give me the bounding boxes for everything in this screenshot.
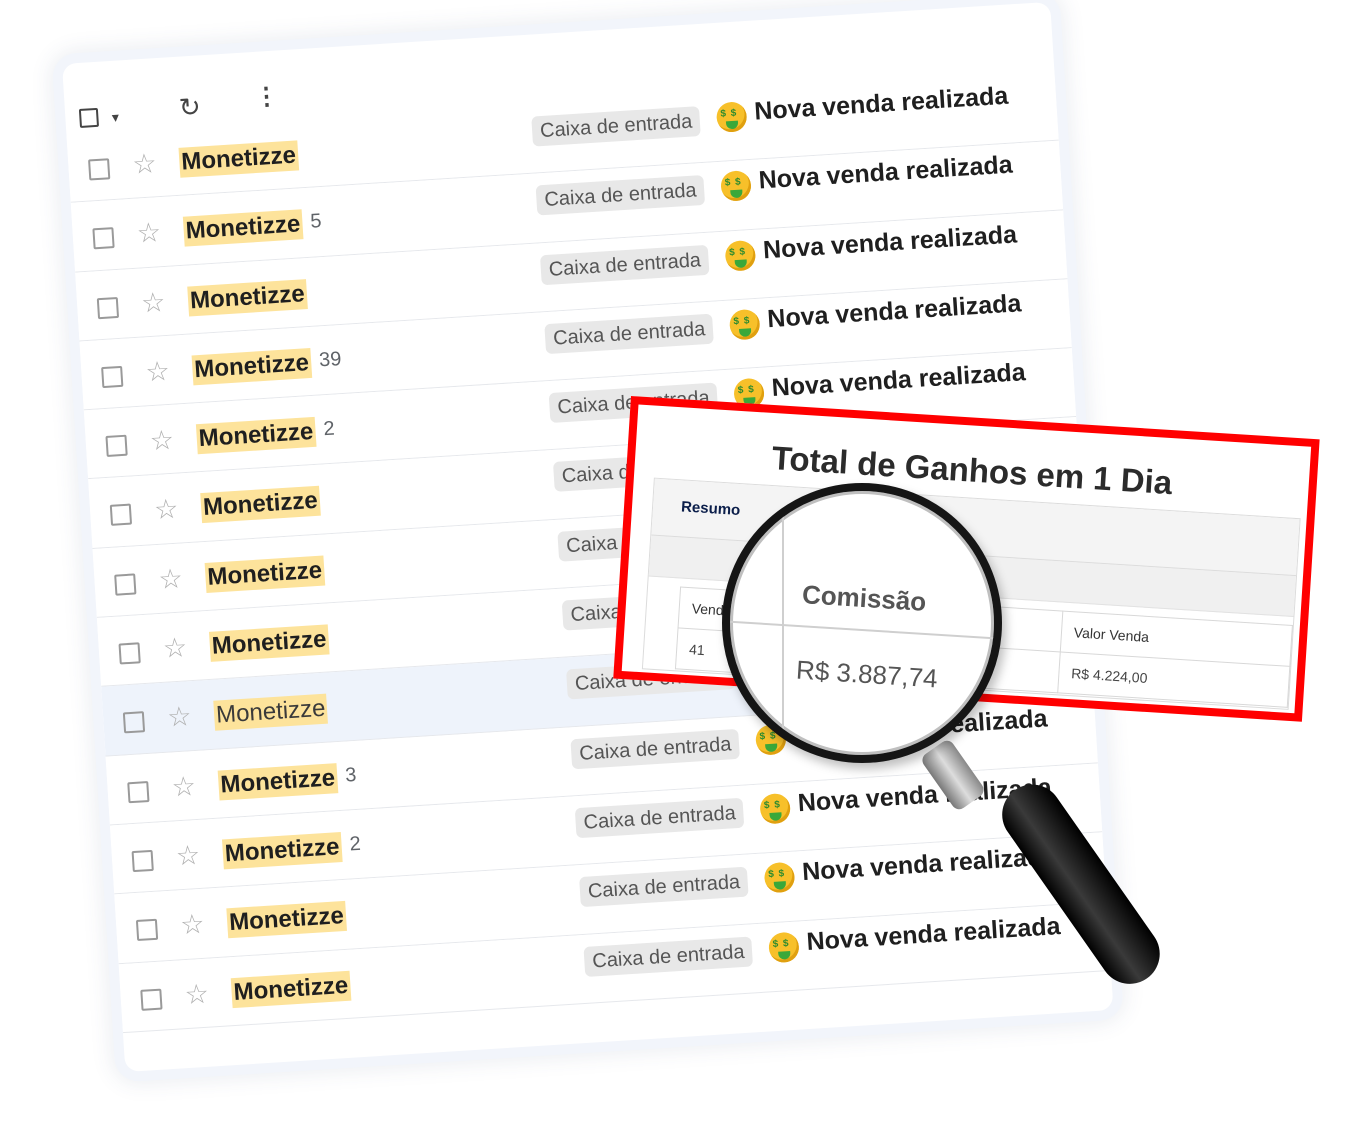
star-icon[interactable]: ☆ bbox=[171, 771, 197, 802]
subject-text: Nova venda realizada bbox=[805, 911, 1062, 956]
sender-name: Monetizze bbox=[217, 762, 338, 801]
row-checkbox[interactable] bbox=[114, 573, 137, 596]
star-icon[interactable]: ☆ bbox=[136, 217, 162, 248]
thread-count: 39 bbox=[318, 347, 343, 372]
row-checkbox[interactable] bbox=[122, 711, 146, 734]
money-mouth-icon bbox=[759, 792, 792, 825]
sender-name: Monetizze bbox=[213, 694, 329, 732]
more-vert-icon[interactable]: ⋮ bbox=[254, 82, 280, 110]
inbox-label[interactable]: Caixa de entrada bbox=[544, 313, 715, 355]
money-mouth-icon bbox=[720, 170, 752, 203]
star-icon[interactable]: ☆ bbox=[162, 632, 188, 663]
subject-text: Nova venda realizada bbox=[762, 220, 1018, 264]
row-checkbox[interactable] bbox=[109, 504, 133, 527]
row-checkbox[interactable] bbox=[127, 780, 150, 803]
row-checkbox[interactable] bbox=[105, 434, 128, 458]
sender-name: Monetizze bbox=[178, 140, 299, 178]
inbox-label[interactable]: Caixa de entrada bbox=[570, 728, 741, 770]
row-checkbox[interactable] bbox=[88, 158, 111, 181]
lens-header-comissao: Comissão bbox=[801, 579, 928, 617]
inbox-label[interactable]: Caixa de entrada bbox=[574, 797, 745, 839]
caret-down-icon[interactable]: ▼ bbox=[109, 110, 122, 125]
row-checkbox[interactable] bbox=[135, 918, 159, 942]
money-mouth-icon bbox=[715, 101, 748, 133]
star-icon[interactable]: ☆ bbox=[158, 563, 184, 594]
star-icon[interactable]: ☆ bbox=[166, 702, 192, 733]
select-all-checkbox[interactable] bbox=[78, 107, 100, 128]
magnifier-lens: Comissão R$ 3.887,74 bbox=[722, 483, 1002, 763]
lens-value-comissao: R$ 3.887,74 bbox=[795, 654, 939, 694]
inbox-label[interactable]: Caixa de entrada bbox=[579, 866, 749, 908]
star-icon[interactable]: ☆ bbox=[149, 425, 175, 456]
thread-count: 3 bbox=[344, 763, 358, 787]
sender-name: Monetizze bbox=[195, 417, 317, 455]
star-icon[interactable]: ☆ bbox=[140, 287, 166, 318]
subject-text: Nova venda realizada bbox=[766, 289, 1023, 334]
sender-name: Monetizze bbox=[187, 278, 308, 317]
sender-name: Monetizze bbox=[200, 486, 321, 524]
star-icon[interactable]: ☆ bbox=[132, 148, 158, 179]
sender-name: Monetizze bbox=[226, 901, 347, 939]
sender-name: Monetizze bbox=[208, 624, 330, 662]
row-checkbox[interactable] bbox=[140, 988, 163, 1011]
thread-count: 5 bbox=[309, 210, 323, 233]
row-checkbox[interactable] bbox=[118, 642, 141, 665]
row-checkbox[interactable] bbox=[96, 296, 120, 319]
inbox-label[interactable]: Caixa de entrada bbox=[535, 175, 706, 216]
thread-count: 2 bbox=[322, 417, 336, 441]
sender-name: Monetizze bbox=[222, 832, 343, 870]
money-mouth-icon bbox=[767, 931, 800, 963]
money-mouth-icon bbox=[724, 239, 757, 272]
sender-name: Monetizze bbox=[204, 555, 325, 593]
star-icon[interactable]: ☆ bbox=[175, 840, 201, 871]
money-mouth-icon bbox=[728, 308, 761, 341]
inbox-label[interactable]: Caixa de entrada bbox=[583, 935, 754, 977]
star-icon[interactable]: ☆ bbox=[145, 356, 171, 387]
row-checkbox[interactable] bbox=[131, 849, 154, 873]
subject-text: Nova venda realizada bbox=[757, 150, 1014, 195]
sender-name: Monetizze bbox=[182, 209, 304, 247]
subject-text: Nova venda realizada bbox=[753, 81, 1010, 126]
row-checkbox[interactable] bbox=[101, 365, 124, 388]
sender-name: Monetizze bbox=[191, 347, 312, 386]
summary-tab-label: Resumo bbox=[680, 498, 741, 520]
row-checkbox[interactable] bbox=[92, 227, 115, 250]
inbox-label[interactable]: Caixa de entrada bbox=[539, 244, 710, 285]
money-mouth-icon bbox=[763, 861, 796, 894]
star-icon[interactable]: ☆ bbox=[153, 494, 179, 525]
lens-divider bbox=[730, 620, 994, 640]
inbox-label[interactable]: Caixa de entrada bbox=[531, 106, 702, 147]
sender-name: Monetizze bbox=[230, 970, 352, 1008]
thread-count: 2 bbox=[348, 832, 362, 856]
subject-text: Nova venda realizada bbox=[770, 358, 1027, 403]
star-icon[interactable]: ☆ bbox=[184, 978, 210, 1009]
star-icon[interactable]: ☆ bbox=[179, 909, 205, 940]
refresh-icon[interactable]: ↻ bbox=[178, 91, 202, 122]
